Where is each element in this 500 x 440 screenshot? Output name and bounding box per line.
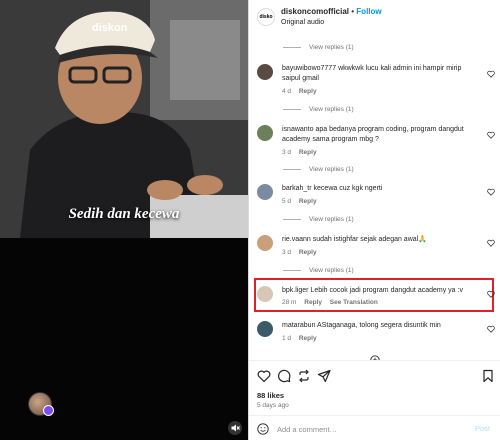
commenter-avatar[interactable]	[257, 235, 273, 251]
reply-button[interactable]: Reply	[299, 198, 317, 205]
comment-body: bpk.liger Lebih cocok jadi program dangd…	[282, 286, 477, 296]
commenter-username[interactable]: bpk.liger	[282, 287, 308, 294]
heart-icon[interactable]	[487, 131, 495, 139]
view-replies-label: View replies (1)	[309, 216, 354, 223]
view-replies-label: View replies (1)	[309, 44, 354, 51]
divider	[283, 108, 301, 110]
view-replies-label: View replies (1)	[309, 106, 354, 113]
comment-body: bayuwibowo7777 wkwkwk lucu kali admin in…	[282, 64, 477, 84]
view-replies-label: View replies (1)	[309, 267, 354, 274]
heart-icon[interactable]	[487, 70, 495, 78]
view-replies-button[interactable]: View replies (1)	[283, 166, 354, 173]
view-replies-button[interactable]: View replies (1)	[283, 44, 354, 51]
share-icon[interactable]	[317, 369, 331, 383]
comment-meta: 1 d Reply	[282, 335, 317, 342]
repost-icon[interactable]	[297, 369, 311, 383]
comment-meta: 5 d Reply	[282, 198, 317, 205]
separator-dot: •	[351, 7, 355, 16]
video-caption: Sedih dan kecewa	[68, 206, 180, 222]
view-replies-button[interactable]: View replies (1)	[283, 106, 354, 113]
likes-count[interactable]: 88 likes	[257, 391, 284, 400]
comment-body: matarabun AStaganaga, tolong segera disu…	[282, 321, 477, 331]
reply-button[interactable]: Reply	[299, 249, 317, 256]
commenter-avatar[interactable]	[257, 64, 273, 80]
comment-time: 28 m	[282, 299, 297, 306]
commenter-username[interactable]: rie.vaann	[282, 236, 311, 243]
reply-button[interactable]: Reply	[299, 88, 317, 95]
comment-body: rie.vaann sudah istighfar sejak adegan a…	[282, 235, 477, 245]
comment-body: barkah_tr kecewa cuz kgk ngerti	[282, 184, 477, 194]
comment-time: 5 d	[282, 198, 292, 205]
view-replies-button[interactable]: View replies (1)	[283, 267, 354, 274]
commenter-avatar[interactable]	[257, 286, 273, 302]
comment-meta: 4 d Reply	[282, 88, 317, 95]
divider	[283, 168, 301, 170]
reply-button[interactable]: Reply	[299, 149, 317, 156]
comment-time: 3 d	[282, 249, 292, 256]
divider	[283, 46, 301, 48]
comment-text: Lebih cocok jadi program dangdut academy…	[310, 287, 463, 294]
comment-time: 4 d	[282, 88, 292, 95]
audio-link[interactable]: Original audio	[281, 19, 324, 26]
video-player[interactable]: diskon Sedih dan kecewa	[0, 0, 248, 440]
add-comment-bar: Post	[249, 415, 500, 440]
commenter-username[interactable]: barkah_tr	[282, 185, 312, 192]
comment-time: 3 d	[282, 149, 292, 156]
commenter-username[interactable]: isnawanto	[282, 126, 314, 133]
post-details-panel: disko diskoncomofficial • Follow Origina…	[248, 0, 500, 440]
bookmark-icon[interactable]	[481, 369, 495, 383]
heart-icon[interactable]	[487, 290, 495, 298]
mute-icon[interactable]	[228, 421, 242, 435]
commenter-avatar[interactable]	[257, 125, 273, 141]
comment-meta: 28 m Reply See Translation	[282, 299, 378, 306]
post-actions: 88 likes 5 days ago Post	[249, 360, 500, 440]
divider	[283, 269, 301, 271]
reply-button[interactable]: Reply	[299, 335, 317, 342]
post-header: disko diskoncomofficial • Follow Origina…	[249, 0, 500, 34]
divider	[283, 218, 301, 220]
heart-icon[interactable]	[257, 369, 271, 383]
emoji-icon[interactable]	[257, 423, 269, 435]
comment-text: AStaganaga, tolong segera disuntik min	[317, 322, 441, 329]
heart-icon[interactable]	[487, 188, 495, 196]
commenter-username[interactable]: matarabun	[282, 322, 315, 329]
heart-icon[interactable]	[487, 325, 495, 333]
reply-button[interactable]: Reply	[304, 299, 322, 306]
comment-meta: 3 d Reply	[282, 249, 317, 256]
comment-text: sudah istighfar sejak adegan awal🙏	[312, 236, 427, 243]
comment-text: kecewa cuz kgk ngerti	[313, 185, 383, 192]
comment-input[interactable]	[277, 422, 457, 436]
post-button[interactable]: Post	[475, 424, 490, 433]
comment-icon[interactable]	[277, 369, 291, 383]
video-brand-watermark: diskon	[92, 22, 128, 34]
comments-list[interactable]: View replies (1) bayuwibowo7777 wkwkwk l…	[249, 34, 500, 360]
comment-time: 1 d	[282, 335, 292, 342]
see-translation-button[interactable]: See Translation	[330, 299, 378, 306]
heart-icon[interactable]	[487, 239, 495, 247]
video-frame[interactable]: diskon Sedih dan kecewa	[0, 0, 248, 238]
commenter-avatar[interactable]	[257, 321, 273, 337]
video-still	[0, 0, 248, 238]
comment-meta: 3 d Reply	[282, 149, 317, 156]
commenter-username[interactable]: bayuwibowo7777	[282, 65, 336, 72]
post-date: 5 days ago	[257, 402, 289, 409]
author-line: diskoncomofficial • Follow	[281, 7, 382, 16]
follow-button[interactable]: Follow	[356, 7, 381, 16]
author-username[interactable]: diskoncomofficial	[281, 7, 349, 16]
commenter-avatar[interactable]	[257, 184, 273, 200]
view-replies-button[interactable]: View replies (1)	[283, 216, 354, 223]
view-replies-label: View replies (1)	[309, 166, 354, 173]
comment-body: isnawanto apa bedanya program coding, pr…	[282, 125, 477, 145]
audio-badge-icon	[43, 405, 54, 416]
author-avatar[interactable]: disko	[257, 8, 275, 26]
